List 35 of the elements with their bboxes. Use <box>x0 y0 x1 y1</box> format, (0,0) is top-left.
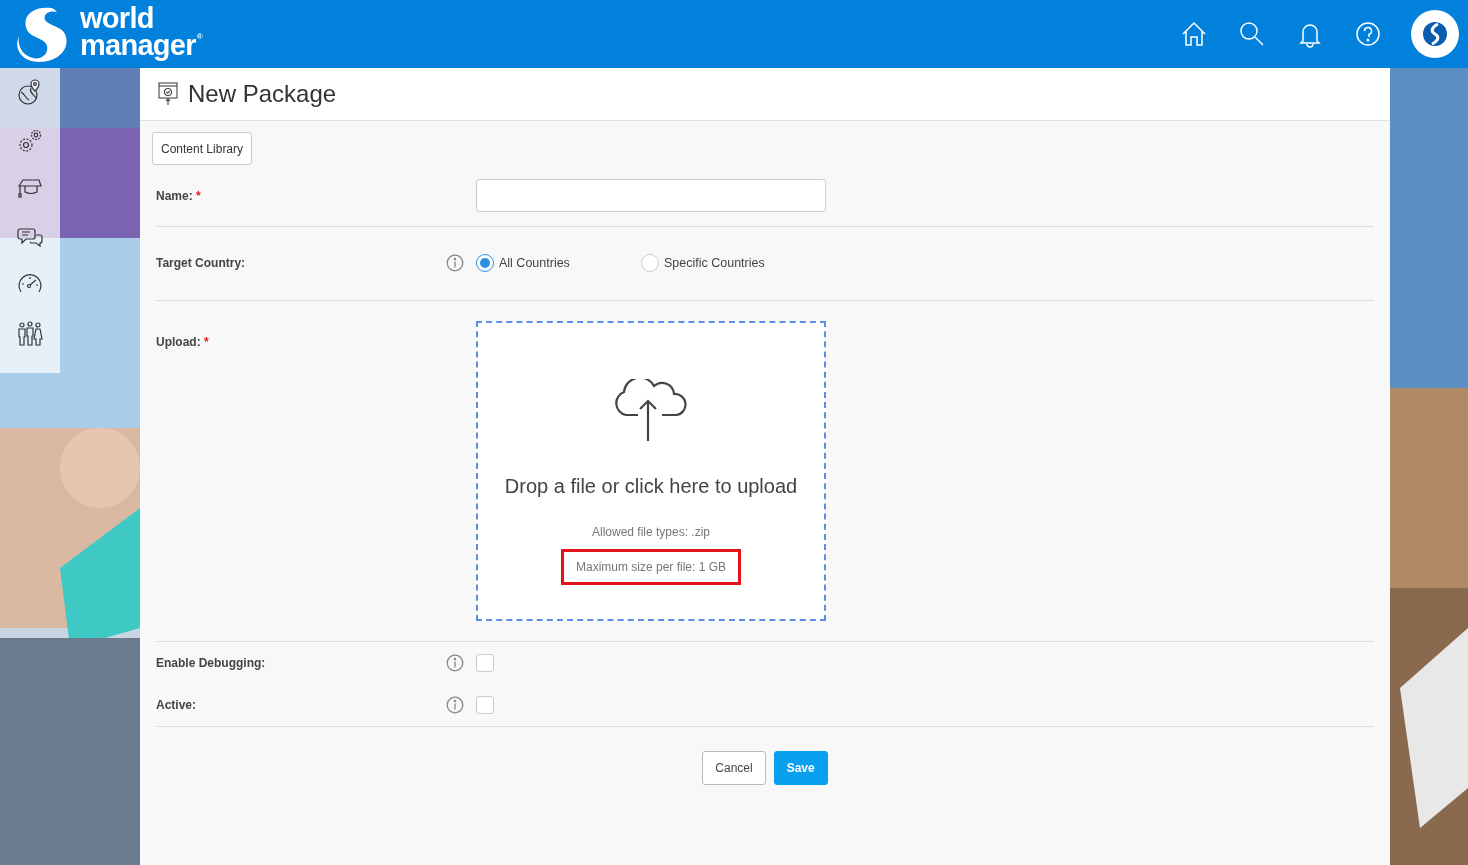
info-icon[interactable] <box>446 653 464 672</box>
avatar[interactable] <box>1411 10 1459 58</box>
info-icon[interactable] <box>446 254 464 273</box>
radio-button[interactable] <box>641 254 659 273</box>
checkbox[interactable] <box>476 653 494 672</box>
radio-label[interactable]: Specific Countries <box>664 254 765 273</box>
people-icon[interactable] <box>17 320 43 346</box>
graduation-cap-icon[interactable] <box>17 178 43 200</box>
info-icon[interactable] <box>446 695 464 714</box>
highlighted-note: Maximum size per file: 1 GB <box>560 548 741 585</box>
content-library-button[interactable]: Content Library <box>152 132 253 165</box>
field-label: Name: * <box>156 187 202 205</box>
upload-note: Allowed file types: .zip <box>591 523 711 541</box>
upload-dropzone[interactable]: Drop a file or click here to upload Allowed file types: .zip Maximum size per file: 1 GB <box>476 320 826 621</box>
radio-button[interactable] <box>476 254 494 273</box>
field-label: Target Country: <box>156 255 247 273</box>
radio-label[interactable]: All Countries <box>499 254 570 273</box>
field-label: Enable Debugging: <box>156 654 267 672</box>
name-input[interactable] <box>476 179 826 212</box>
speedometer-icon[interactable] <box>17 272 43 294</box>
checkbox[interactable] <box>476 695 494 714</box>
field-label: Upload: * <box>156 333 210 351</box>
presentation-icon <box>158 82 178 106</box>
upload-prompt: Drop a file or click here to upload <box>504 473 798 499</box>
cancel-button[interactable]: Cancel <box>702 750 766 785</box>
cloud-upload-icon <box>612 378 690 443</box>
globe-pin-icon[interactable] <box>17 78 43 106</box>
logo-text: world <box>80 5 155 32</box>
field-label: Active: <box>156 696 197 714</box>
page-title: New Package <box>188 79 337 109</box>
logo-text: manager <box>80 32 196 59</box>
help-icon[interactable] <box>1353 19 1383 49</box>
gears-icon[interactable] <box>17 128 43 154</box>
chat-icon[interactable] <box>17 226 43 248</box>
registered-mark: ® <box>196 32 203 42</box>
